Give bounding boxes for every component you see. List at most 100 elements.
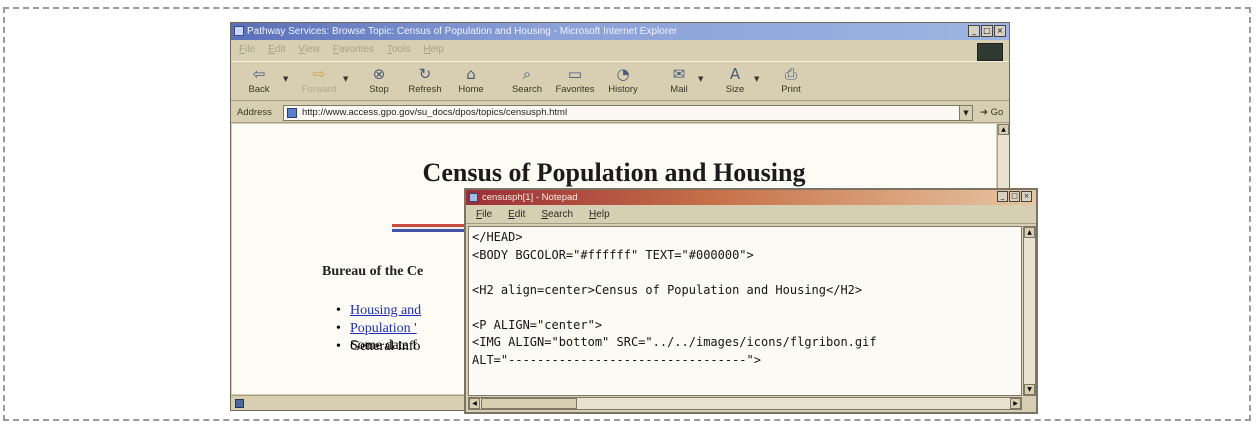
mail-button[interactable]: ✉ Mail: [657, 64, 701, 95]
search-label: Search: [511, 84, 543, 95]
browser-menu-bar: File Edit View Favorites Tools Help: [231, 41, 1009, 59]
notepad-title-bar[interactable]: censusph[1] - Notepad _ □ ×: [466, 190, 1036, 205]
code-line: <IMG ALIGN="bottom" SRC="../../images/ic…: [472, 335, 877, 349]
favorites-icon: ▭: [567, 65, 583, 83]
ie-app-icon: [234, 26, 244, 36]
code-line: ALT="---------------------------------">: [472, 352, 761, 367]
notepad-scroll-left-icon[interactable]: ◀: [469, 398, 480, 409]
maximize-button[interactable]: □: [981, 25, 993, 37]
forward-button[interactable]: ⇨ Forward: [297, 64, 341, 95]
notepad-menu-file[interactable]: File: [476, 206, 492, 223]
code-line: <P ALIGN="center">: [472, 317, 603, 332]
favorites-button[interactable]: ▭ Favorites: [553, 64, 597, 95]
housing-link[interactable]: Housing and: [350, 303, 421, 318]
list-item[interactable]: Population ': [336, 320, 421, 338]
forward-label: Forward: [301, 84, 337, 95]
status-page-icon: [235, 399, 244, 408]
page-icon: [287, 108, 297, 118]
browser-title: Pathway Services: Browse Topic: Census o…: [247, 26, 678, 37]
home-label: Home: [458, 84, 484, 95]
page-heading: Census of Population and Housing: [422, 158, 806, 187]
stop-icon: ⊗: [372, 65, 386, 83]
notepad-menu-help[interactable]: Help: [589, 206, 610, 223]
forward-dropdown-icon[interactable]: ▼: [343, 75, 348, 83]
code-line: <H2 align=center>Census of Population an…: [472, 282, 863, 297]
notepad-minimize-button[interactable]: _: [997, 191, 1008, 202]
address-dropdown-icon[interactable]: ▼: [959, 106, 972, 120]
notepad-window: censusph[1] - Notepad _ □ × File Edit Se…: [464, 188, 1038, 414]
list-continuation: Some data f: [350, 338, 417, 353]
refresh-label: Refresh: [408, 84, 442, 95]
back-dropdown-icon[interactable]: ▼: [283, 75, 288, 83]
search-button[interactable]: ⌕ Search: [505, 64, 549, 95]
home-icon: ⌂: [466, 65, 476, 83]
notepad-menu-edit[interactable]: Edit: [508, 206, 525, 223]
notepad-menu-bar: File Edit Search Help: [466, 206, 1036, 224]
menu-edit[interactable]: Edit: [268, 41, 285, 59]
population-link[interactable]: Population ': [350, 321, 417, 336]
menu-file[interactable]: File: [239, 41, 255, 59]
notepad-scroll-right-icon[interactable]: ▶: [1010, 398, 1021, 409]
notepad-app-icon: [469, 193, 478, 202]
flag-ribbon-image: [392, 224, 472, 232]
notepad-maximize-button[interactable]: □: [1009, 191, 1020, 202]
code-line: <BODY BGCOLOR="#ffffff" TEXT="#000000">: [472, 247, 754, 262]
url-text: http://www.access.gpo.gov/su_docs/dpos/t…: [302, 107, 568, 118]
search-icon: ⌕: [522, 65, 532, 83]
history-icon: ◔: [616, 65, 630, 83]
resize-grip-icon[interactable]: [1022, 397, 1036, 410]
print-button[interactable]: ⎙ Print: [769, 64, 813, 95]
notepad-scroll-down-icon[interactable]: ▼: [1024, 384, 1035, 395]
notepad-text-area[interactable]: </HEAD> <BODY BGCOLOR="#ffffff" TEXT="#00…: [468, 226, 1022, 396]
notepad-title: censusph[1] - Notepad: [482, 192, 578, 203]
minimize-button[interactable]: _: [968, 25, 980, 37]
go-arrow-icon: ➔: [980, 107, 988, 118]
menu-favorites[interactable]: Favorites: [333, 41, 374, 59]
address-bar: Address http://www.access.gpo.gov/su_doc…: [231, 103, 1009, 123]
notepad-horizontal-scrollbar[interactable]: ◀ ▶: [468, 397, 1022, 410]
scroll-up-icon[interactable]: ▲: [998, 124, 1009, 135]
mail-label: Mail: [670, 84, 688, 95]
mail-dropdown-icon[interactable]: ▼: [698, 75, 703, 83]
back-label: Back: [248, 84, 270, 95]
notepad-menu-search[interactable]: Search: [541, 206, 573, 223]
ie-throbber-logo: [977, 43, 1003, 61]
back-button[interactable]: ⇦ Back: [237, 64, 281, 95]
notepad-close-button[interactable]: ×: [1021, 191, 1032, 202]
refresh-icon: ↻: [418, 65, 432, 83]
history-button[interactable]: ◔ History: [601, 64, 645, 95]
address-input[interactable]: http://www.access.gpo.gov/su_docs/dpos/t…: [283, 105, 973, 121]
close-button[interactable]: ×: [994, 25, 1006, 37]
go-label: Go: [990, 107, 1004, 118]
stop-button[interactable]: ⊗ Stop: [357, 64, 401, 95]
history-label: History: [608, 84, 638, 95]
print-icon: ⎙: [784, 65, 797, 83]
notepad-vertical-scrollbar[interactable]: ▲ ▼: [1023, 226, 1036, 396]
bureau-text: Bureau of the Ce: [322, 264, 424, 279]
address-label: Address: [237, 107, 272, 118]
back-arrow-icon: ⇦: [252, 65, 266, 83]
size-button[interactable]: A Size: [713, 64, 757, 95]
menu-tools[interactable]: Tools: [387, 41, 410, 59]
print-label: Print: [781, 84, 801, 95]
stop-label: Stop: [369, 84, 389, 95]
notepad-scroll-thumb[interactable]: [481, 398, 577, 409]
size-label: Size: [725, 84, 745, 95]
list-item[interactable]: Housing and: [336, 302, 421, 320]
menu-view[interactable]: View: [298, 41, 320, 59]
mail-icon: ✉: [672, 65, 686, 83]
home-button[interactable]: ⌂ Home: [449, 64, 493, 95]
notepad-scroll-up-icon[interactable]: ▲: [1024, 227, 1035, 238]
forward-arrow-icon: ⇨: [312, 65, 326, 83]
browser-toolbar: ⇦ Back ▼ ⇨ Forward ▼ ⊗ Stop ↻ Refresh ⌂ …: [231, 61, 1009, 101]
font-size-icon: A: [729, 65, 741, 83]
menu-help[interactable]: Help: [423, 41, 444, 59]
size-dropdown-icon[interactable]: ▼: [754, 75, 759, 83]
refresh-button[interactable]: ↻ Refresh: [403, 64, 447, 95]
favorites-label: Favorites: [555, 84, 595, 95]
source-code: </HEAD> <BODY BGCOLOR="#ffffff" TEXT="#00…: [469, 227, 1021, 369]
go-button[interactable]: ➔ Go: [980, 107, 1003, 118]
browser-title-bar[interactable]: Pathway Services: Browse Topic: Census o…: [231, 23, 1009, 40]
